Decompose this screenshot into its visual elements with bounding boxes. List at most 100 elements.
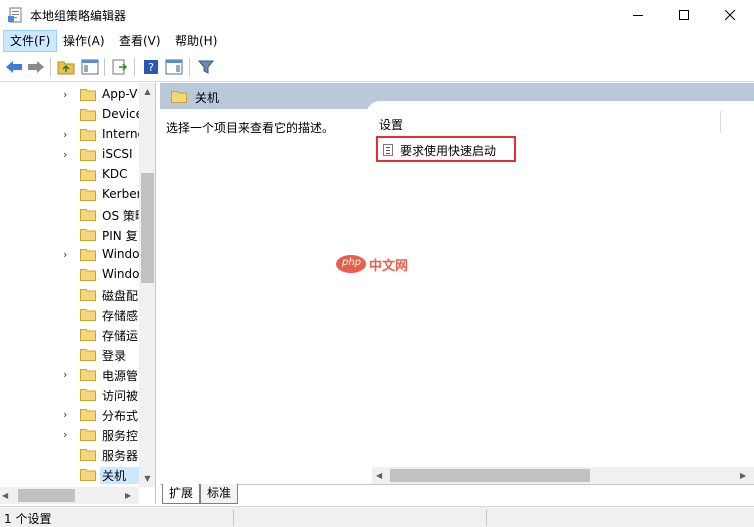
tree-item[interactable]: 登录 (0, 345, 140, 365)
scroll-thumb[interactable] (390, 469, 590, 482)
setting-row-label: 要求使用快速启动 (400, 144, 497, 158)
chevron-right-icon[interactable]: › (63, 149, 73, 161)
folder-up-icon (57, 61, 75, 75)
export-list-button[interactable] (110, 57, 130, 77)
tree-item[interactable]: PIN 复 (0, 225, 140, 245)
tree-item[interactable]: › Internet (0, 125, 140, 145)
tree-horizontal-scrollbar[interactable]: ◀ ▶ (0, 487, 139, 504)
tree-item-label: 服务器 (102, 449, 139, 463)
tab-standard[interactable]: 标准 (200, 484, 239, 504)
chevron-right-icon[interactable]: › (63, 249, 73, 261)
watermark-badge-text: php (342, 257, 362, 268)
list-horizontal-scrollbar[interactable]: ◀ ▶ (372, 467, 754, 484)
tree-vertical-scrollbar[interactable]: ▲ ▼ (139, 83, 155, 487)
column-separator[interactable] (720, 111, 721, 133)
folder-icon (80, 329, 96, 341)
tree-item[interactable]: 存储感 (0, 305, 140, 325)
tree-item[interactable]: 存储运 (0, 325, 140, 345)
filter-button[interactable] (196, 57, 216, 77)
close-icon (724, 9, 735, 20)
scroll-left-icon[interactable]: ◀ (2, 487, 8, 504)
tree-item-label: 存储感 (102, 309, 139, 323)
tree-item[interactable]: › iSCSI (0, 145, 140, 165)
folder-icon (80, 149, 96, 161)
tree-item-label: 访问被 (102, 389, 139, 403)
scroll-right-icon[interactable]: ▶ (125, 487, 131, 504)
status-bar: 1 个设置 (0, 506, 754, 527)
show-hide-tree-button[interactable] (80, 57, 100, 77)
close-button[interactable] (707, 0, 753, 30)
tree-item[interactable]: › Windows (0, 245, 140, 265)
chevron-right-icon[interactable]: › (63, 129, 73, 141)
status-separator (233, 509, 234, 526)
toolbar-separator (104, 58, 105, 76)
tree-item-label: KDC (102, 167, 128, 181)
scroll-right-icon[interactable]: ▶ (740, 467, 746, 484)
chevron-right-icon[interactable]: › (63, 369, 73, 381)
tree-item-label: 分布式 (102, 409, 139, 423)
tree-item[interactable]: 访问被 (0, 385, 140, 405)
scroll-up-icon[interactable]: ▲ (139, 83, 155, 100)
up-folder-button[interactable] (56, 57, 76, 77)
tree-item[interactable]: 磁盘配 (0, 285, 140, 305)
folder-icon (80, 349, 96, 361)
tree-item-label: Internet (102, 127, 140, 141)
tree-item[interactable]: OS 策略 (0, 205, 140, 225)
tree-item[interactable]: Device (0, 105, 140, 125)
console-tree[interactable]: › App-V Device › Internet › iSCSI KDC Ke… (0, 83, 156, 504)
folder-icon (80, 449, 96, 461)
watermark-logo: php 中文网 (336, 255, 418, 274)
chevron-right-icon[interactable]: › (63, 429, 73, 441)
setting-row[interactable]: 要求使用快速启动 (376, 136, 516, 162)
action-pane-button[interactable] (164, 57, 184, 77)
tree-item[interactable]: › App-V (0, 85, 140, 105)
menu-help[interactable]: 帮助(H) (169, 30, 223, 52)
column-header-setting[interactable]: 设置 (379, 116, 403, 133)
scroll-down-icon[interactable]: ▼ (139, 470, 155, 487)
toolbar-separator (50, 58, 51, 76)
scroll-left-icon[interactable]: ◀ (376, 467, 382, 484)
tree-item[interactable]: Kerberos (0, 185, 140, 205)
details-header-title: 关机 (195, 91, 220, 105)
menu-file[interactable]: 文件(F) (3, 30, 58, 52)
minimize-icon (632, 14, 643, 16)
minimize-button[interactable] (615, 0, 661, 30)
filter-icon (198, 60, 214, 74)
tree-item[interactable]: › 服务控 (0, 425, 140, 445)
folder-icon (80, 469, 96, 481)
tree-item[interactable]: KDC (0, 165, 140, 185)
maximize-button[interactable] (661, 0, 707, 30)
tree-item[interactable]: 服务器 (0, 445, 140, 465)
folder-icon (80, 229, 96, 241)
tree-item[interactable]: Windows (0, 265, 140, 285)
folder-icon (80, 309, 96, 321)
menu-action[interactable]: 操作(A) (57, 30, 111, 52)
scroll-thumb[interactable] (18, 489, 75, 502)
back-button[interactable] (4, 57, 24, 77)
tree-item[interactable]: › 电源管 (0, 365, 140, 385)
tab-extended[interactable]: 扩展 (162, 484, 201, 504)
folder-icon (80, 389, 96, 401)
tree-item-selected[interactable]: 关机 (0, 465, 140, 485)
policy-setting-icon (383, 144, 393, 156)
view-tabs: 扩展 标准 (160, 484, 754, 504)
export-icon (112, 59, 128, 75)
tree-item-label: 登录 (102, 349, 127, 363)
chevron-right-icon[interactable]: › (63, 89, 73, 101)
svg-text:?: ? (148, 61, 154, 74)
forward-button[interactable] (26, 57, 46, 77)
window-title: 本地组策略编辑器 (30, 9, 127, 23)
menu-view[interactable]: 查看(V) (113, 30, 167, 52)
toolbar: ? (0, 52, 754, 82)
chevron-right-icon[interactable]: › (63, 409, 73, 421)
tree-item-label: iSCSI (102, 147, 133, 161)
help-button[interactable]: ? (141, 57, 161, 77)
folder-icon (171, 91, 187, 103)
tree-item[interactable]: › 分布式 (0, 405, 140, 425)
details-pane: 关机 选择一个项目来查看它的描述。 设置 要求使用快速启动 ◀ ▶ (160, 83, 754, 504)
tree-item-label: 电源管 (102, 369, 139, 383)
action-pane-icon (165, 59, 183, 75)
scroll-thumb[interactable] (141, 173, 154, 283)
tree-item-label: 服务控 (102, 429, 139, 443)
policy-editor-icon (8, 7, 22, 23)
